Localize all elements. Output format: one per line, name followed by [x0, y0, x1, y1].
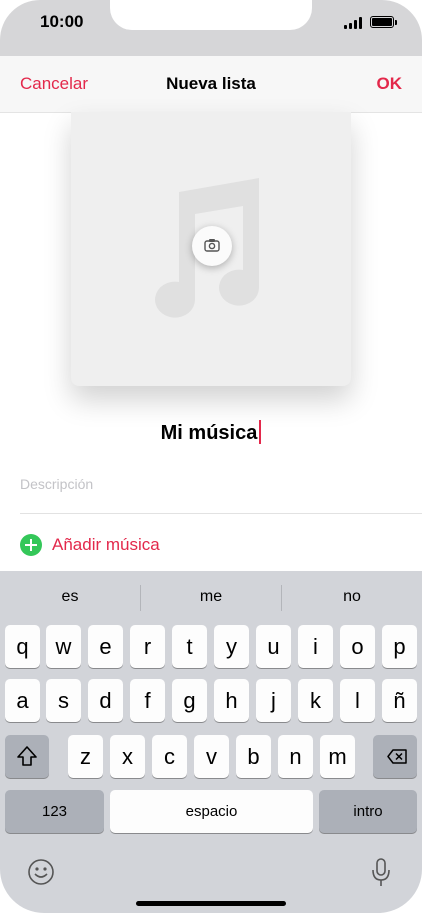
key-g[interactable]: g: [172, 679, 207, 722]
suggestion-bar: es me no: [0, 571, 422, 623]
divider: [20, 513, 422, 514]
key-e[interactable]: e: [88, 625, 123, 668]
key-v[interactable]: v: [194, 735, 229, 778]
suggestion-es[interactable]: es: [0, 588, 140, 606]
key-w[interactable]: w: [46, 625, 81, 668]
delete-key[interactable]: [373, 735, 417, 778]
text-cursor: [259, 420, 262, 444]
key-u[interactable]: u: [256, 625, 291, 668]
navigation-bar: Cancelar Nueva lista OK: [0, 56, 422, 113]
key-a[interactable]: a: [5, 679, 40, 722]
add-music-label: Añadir música: [52, 535, 160, 554]
signal-icon: [344, 17, 364, 29]
page-title: Nueva lista: [166, 74, 256, 93]
key-z[interactable]: z: [68, 735, 103, 778]
key-h[interactable]: h: [214, 679, 249, 722]
status-bar: 10:00: [0, 0, 422, 56]
description-field[interactable]: Descripción: [20, 476, 93, 492]
emoji-icon: [28, 859, 54, 885]
battery-tip: [395, 20, 397, 25]
space-key[interactable]: espacio: [110, 790, 313, 833]
camera-button[interactable]: [192, 226, 232, 266]
dictation-button[interactable]: [368, 857, 394, 889]
microphone-icon: [372, 858, 390, 886]
add-icon: [20, 534, 42, 556]
key-s[interactable]: s: [46, 679, 81, 722]
key-p[interactable]: p: [382, 625, 417, 668]
key-f[interactable]: f: [130, 679, 165, 722]
key-i[interactable]: i: [298, 625, 333, 668]
key-m[interactable]: m: [320, 735, 355, 778]
key-t[interactable]: t: [172, 625, 207, 668]
numbers-key[interactable]: 123: [5, 790, 104, 833]
suggestion-no[interactable]: no: [282, 588, 422, 606]
suggestion-me[interactable]: me: [141, 588, 281, 606]
camera-icon: [204, 239, 220, 252]
key-l[interactable]: l: [340, 679, 375, 722]
home-indicator[interactable]: [136, 901, 286, 906]
return-key[interactable]: intro: [319, 790, 417, 833]
emoji-button[interactable]: [26, 857, 56, 887]
keyboard: es me no q w e r t y u i o p a s d f g h…: [0, 571, 422, 913]
shift-key[interactable]: [5, 735, 49, 778]
phone-screen: 10:00 Cancelar Nueva lista OK Mi música …: [0, 0, 422, 913]
key-x[interactable]: x: [110, 735, 145, 778]
status-time: 10:00: [40, 12, 84, 31]
battery-icon: [370, 16, 394, 28]
key-c[interactable]: c: [152, 735, 187, 778]
playlist-name-field[interactable]: Mi música: [0, 420, 422, 445]
delete-icon: [387, 749, 407, 764]
shift-icon: [17, 746, 37, 766]
notch: [110, 0, 312, 30]
key-o[interactable]: o: [340, 625, 375, 668]
key-k[interactable]: k: [298, 679, 333, 722]
playlist-name-text: Mi música: [160, 422, 258, 444]
key-y[interactable]: y: [214, 625, 249, 668]
key-d[interactable]: d: [88, 679, 123, 722]
ok-button[interactable]: OK: [377, 74, 403, 94]
key-q[interactable]: q: [5, 625, 40, 668]
key-n[interactable]: n: [278, 735, 313, 778]
key-r[interactable]: r: [130, 625, 165, 668]
key-j[interactable]: j: [256, 679, 291, 722]
key-enye[interactable]: ñ: [382, 679, 417, 722]
key-b[interactable]: b: [236, 735, 271, 778]
